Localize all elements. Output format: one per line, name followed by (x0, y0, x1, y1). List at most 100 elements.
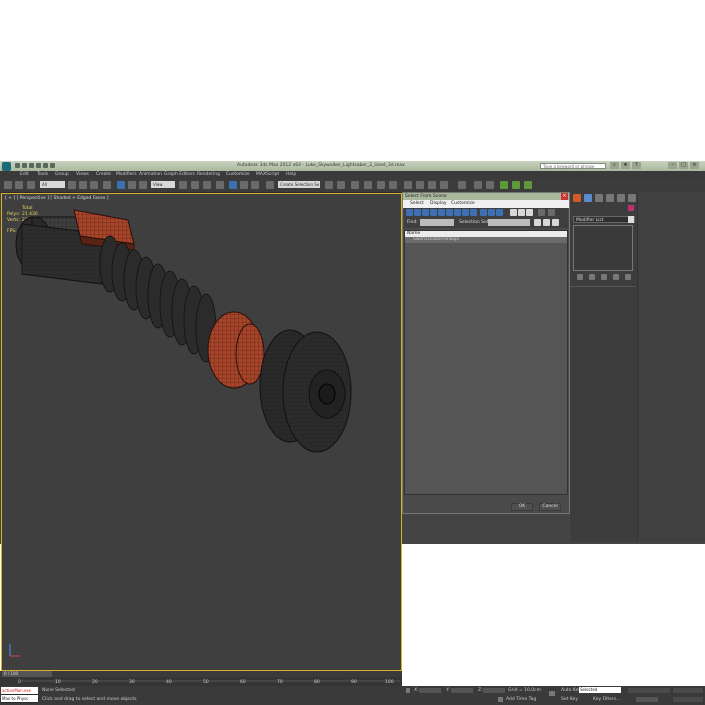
render-icon[interactable] (440, 181, 448, 189)
remove-modifier-icon[interactable] (613, 274, 619, 280)
cancel-button[interactable]: Cancel (539, 503, 561, 511)
selection-filter-dropdown[interactable]: All (40, 181, 65, 188)
extra-tool-5-icon[interactable] (512, 181, 520, 189)
modify-tab-icon[interactable] (584, 194, 592, 202)
redo-icon[interactable] (43, 163, 48, 168)
save-icon[interactable] (29, 163, 34, 168)
object-color-swatch[interactable] (628, 205, 634, 211)
schematic-view-icon[interactable] (389, 181, 397, 189)
find-case-icon[interactable] (538, 209, 545, 216)
select-invert-icon[interactable] (496, 209, 503, 216)
track-bar[interactable]: 0 10 20 30 40 50 60 70 80 90 100 (0, 677, 402, 686)
playback-controls[interactable] (628, 688, 670, 693)
configure-sets-icon[interactable] (625, 274, 631, 280)
extra-tool-1-icon[interactable] (458, 181, 466, 189)
maxscript-line-1[interactable]: actionMan.exe (1, 687, 38, 694)
make-unique-icon[interactable] (601, 274, 607, 280)
select-and-scale-icon[interactable] (139, 181, 147, 189)
select-by-name-icon[interactable] (79, 181, 87, 189)
dialog-menu-display[interactable]: Display (430, 201, 447, 206)
perspective-viewport[interactable]: [ + ] [ Perspective ] [ Shaded + Edged F… (1, 193, 402, 671)
find-input[interactable] (420, 219, 454, 226)
display-bones-icon[interactable] (470, 209, 477, 216)
menu-modifiers[interactable]: Modifiers (116, 172, 137, 177)
extra-tool-6-icon[interactable] (524, 181, 532, 189)
extra-tool-4-icon[interactable] (500, 181, 508, 189)
select-none-icon[interactable] (488, 209, 495, 216)
new-icon[interactable] (15, 163, 20, 168)
undo-icon[interactable] (36, 163, 41, 168)
layer-manager-icon[interactable] (351, 181, 359, 189)
rendered-frame-icon[interactable] (428, 181, 436, 189)
key-selection-dropdown[interactable]: Selected (579, 687, 621, 693)
display-groups-icon[interactable] (454, 209, 461, 216)
window-crossing-icon[interactable] (103, 181, 111, 189)
list-item[interactable]: Sword3saberHinkopl (405, 237, 567, 243)
reference-coord-dropdown[interactable]: View (151, 181, 175, 188)
display-lights-icon[interactable] (422, 209, 429, 216)
rect-selection-icon[interactable] (90, 181, 98, 189)
maxscript-listener[interactable]: actionMan.exe Max to Physc (1, 687, 38, 703)
modifier-list-dropdown[interactable]: Modifier List (573, 216, 635, 223)
modifier-stack[interactable] (573, 225, 633, 271)
maxscript-line-2[interactable]: Max to Physc (1, 695, 38, 702)
menu-create[interactable]: Create (96, 172, 111, 177)
key-mode-icon[interactable] (549, 691, 555, 696)
project-folder-icon[interactable] (50, 163, 55, 168)
chevron-down-icon[interactable] (628, 216, 634, 223)
edit-named-sel-icon[interactable] (266, 181, 274, 189)
display-shapes-icon[interactable] (414, 209, 421, 216)
current-frame-field[interactable] (636, 697, 658, 702)
pin-stack-icon[interactable] (577, 274, 583, 280)
spinner-snap-icon[interactable] (251, 181, 259, 189)
menu-customize[interactable]: Customize (226, 172, 250, 177)
align-icon[interactable] (337, 181, 345, 189)
display-cameras-icon[interactable] (430, 209, 437, 216)
dialog-title[interactable]: Select From Scene (403, 193, 569, 200)
search-input[interactable]: Type a keyword or phrase (540, 163, 606, 169)
selection-set-dropdown[interactable] (488, 219, 530, 226)
minimize-button[interactable]: – (668, 162, 677, 169)
graphite-toggle-icon[interactable] (364, 181, 372, 189)
display-children-icon[interactable] (510, 209, 517, 216)
select-and-move-icon[interactable] (117, 181, 125, 189)
scene-object-list[interactable]: Name Sword3saberHinkopl (404, 230, 568, 495)
create-tab-icon[interactable] (573, 194, 581, 202)
select-and-rotate-icon[interactable] (128, 181, 136, 189)
render-setup-icon[interactable] (416, 181, 424, 189)
display-warps-icon[interactable] (446, 209, 453, 216)
undo-icon[interactable] (4, 181, 12, 189)
menu-rendering[interactable]: Rendering (197, 172, 220, 177)
dialog-menu-customize[interactable]: Customize (451, 201, 475, 206)
lightsaber-model[interactable] (2, 194, 401, 670)
display-geometry-icon[interactable] (406, 209, 413, 216)
viewport-nav-controls[interactable] (673, 688, 703, 693)
motion-tab-icon[interactable] (606, 194, 614, 202)
menu-help[interactable]: Help (286, 172, 296, 177)
menu-graph-editors[interactable]: Graph Editors (164, 172, 195, 177)
help-icon[interactable]: ? (632, 162, 641, 169)
select-manipulate-icon[interactable] (191, 181, 199, 189)
edit-set-icon[interactable] (543, 219, 550, 226)
extra-tool-2-icon[interactable] (474, 181, 482, 189)
select-all-icon[interactable] (480, 209, 487, 216)
display-helpers-icon[interactable] (438, 209, 445, 216)
mirror-icon[interactable] (325, 181, 333, 189)
material-editor-icon[interactable] (404, 181, 412, 189)
app-logo-icon[interactable] (2, 162, 11, 171)
add-time-tag[interactable]: Add Time Tag (506, 697, 536, 702)
select-object-icon[interactable] (68, 181, 76, 189)
lock-selection-icon[interactable] (406, 688, 410, 693)
menu-views[interactable]: Views (76, 172, 89, 177)
menu-tools[interactable]: Tools (37, 172, 48, 177)
create-set-icon[interactable] (534, 219, 541, 226)
snaps-toggle-icon[interactable] (216, 181, 224, 189)
close-button[interactable]: × (690, 162, 699, 169)
delete-set-icon[interactable] (552, 219, 559, 226)
select-dependents-icon[interactable] (526, 209, 533, 216)
select-children-icon[interactable] (518, 209, 525, 216)
utilities-tab-icon[interactable] (628, 194, 636, 202)
infocenter-icon[interactable]: ★ (621, 162, 630, 169)
filter-icon[interactable] (548, 209, 555, 216)
menu-edit[interactable]: Edit (20, 172, 29, 177)
